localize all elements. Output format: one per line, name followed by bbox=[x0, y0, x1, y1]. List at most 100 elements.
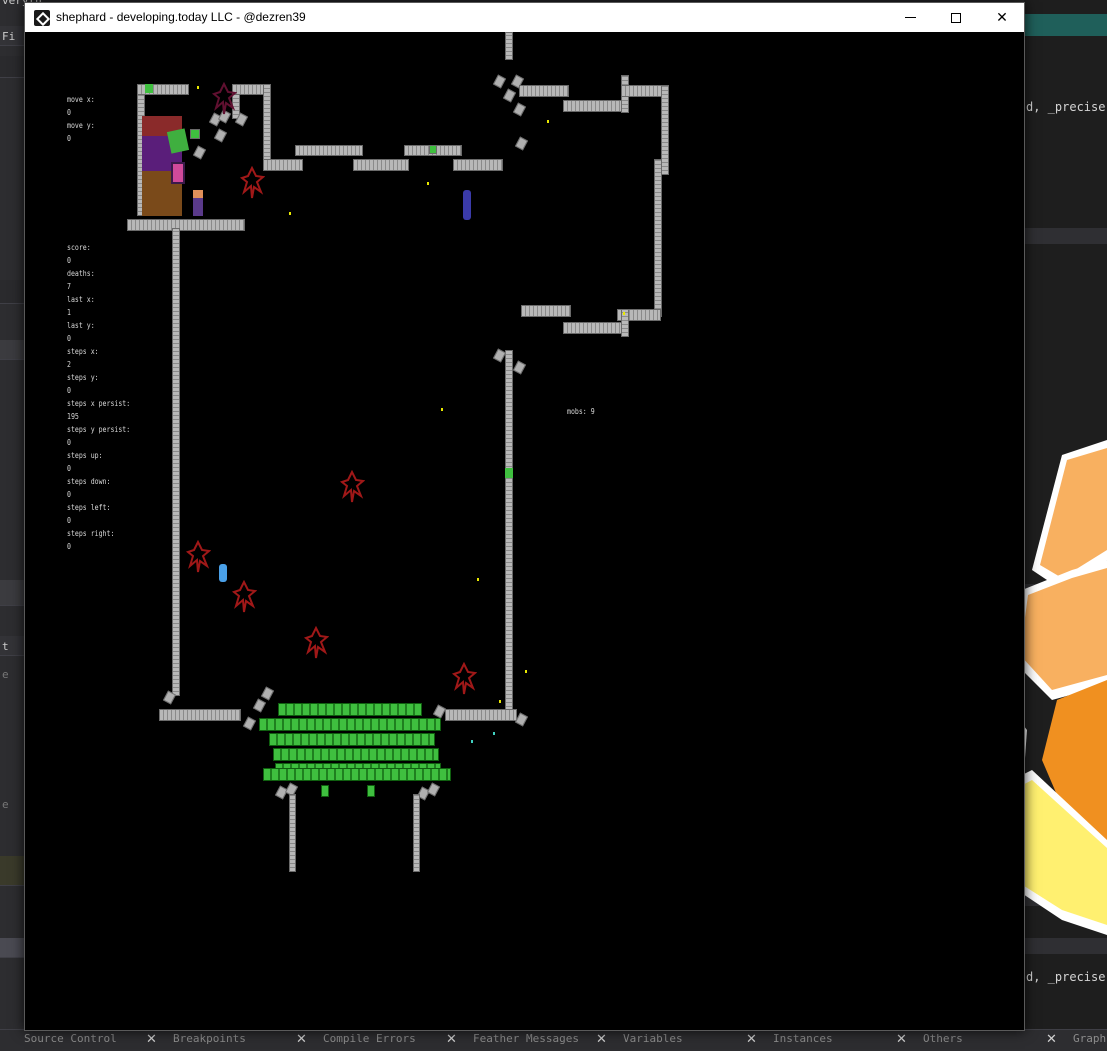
rock bbox=[512, 360, 527, 375]
hud-score-value: 0 bbox=[67, 256, 71, 265]
ide-left-row[interactable] bbox=[0, 938, 26, 958]
minimize-button[interactable] bbox=[887, 3, 933, 32]
hud-steps-left-label: steps left: bbox=[67, 503, 111, 512]
window-titlebar[interactable]: shephard - developing.today LLC - @dezre… bbox=[25, 3, 1024, 32]
spark bbox=[547, 120, 549, 123]
grass-block bbox=[367, 785, 375, 797]
spark bbox=[525, 670, 527, 673]
maximize-button[interactable] bbox=[933, 3, 979, 32]
stone-wall bbox=[453, 159, 503, 171]
rock bbox=[426, 782, 441, 797]
spark bbox=[427, 182, 429, 185]
hud-score-label: score: bbox=[67, 243, 91, 252]
stone-wall bbox=[353, 159, 409, 171]
ide-left-panel: veryth Fi t e e bbox=[0, 0, 42, 1051]
tab-feather-messages[interactable]: Feather Messages ✕ bbox=[473, 1032, 607, 1050]
code-line[interactable]: d, _precise, bbox=[1026, 100, 1107, 114]
hud-steps-left-value: 0 bbox=[67, 516, 71, 525]
stone-wall bbox=[172, 228, 180, 696]
hud-steps-right-value: 0 bbox=[67, 542, 71, 551]
tab-label: Variables bbox=[623, 1032, 683, 1045]
stone-wall bbox=[563, 322, 625, 334]
monster bbox=[339, 470, 365, 503]
tab-compile-errors[interactable]: Compile Errors ✕ bbox=[323, 1032, 457, 1050]
hud-last-y-label: last y: bbox=[67, 321, 95, 330]
close-icon[interactable]: ✕ bbox=[446, 1032, 457, 1047]
ide-left-row[interactable] bbox=[0, 580, 26, 606]
hud-deaths-label: deaths: bbox=[67, 269, 95, 278]
shepherd-portrait-sign bbox=[171, 162, 185, 184]
window-title: shephard - developing.today LLC - @dezre… bbox=[56, 10, 306, 24]
rock bbox=[492, 74, 507, 89]
tab-source-control[interactable]: Source Control ✕ bbox=[24, 1032, 157, 1050]
monster bbox=[303, 626, 329, 659]
rock bbox=[252, 698, 267, 713]
ide-left-row[interactable] bbox=[0, 856, 26, 886]
hud-steps-y-value: 0 bbox=[67, 386, 71, 395]
spark bbox=[493, 732, 495, 735]
stone-wall bbox=[505, 350, 513, 715]
ide-left-row[interactable] bbox=[0, 56, 26, 78]
stone-wall bbox=[263, 159, 303, 171]
gamemaker-icon bbox=[34, 10, 50, 26]
ide-bottom-tabs: Source Control ✕ Breakpoints ✕ Compile Err… bbox=[0, 1029, 1107, 1051]
rock bbox=[502, 88, 517, 103]
close-icon[interactable]: ✕ bbox=[746, 1032, 757, 1047]
close-icon[interactable]: ✕ bbox=[596, 1032, 607, 1047]
stone-pillar bbox=[413, 794, 420, 872]
ide-left-text: e bbox=[2, 798, 9, 811]
tab-label: Breakpoints bbox=[173, 1032, 246, 1045]
hud-move-y-value: 0 bbox=[67, 134, 71, 143]
tab-graph[interactable]: Graph bbox=[1073, 1032, 1106, 1050]
tab-label: Others bbox=[923, 1032, 963, 1045]
tab-instances[interactable]: Instances ✕ bbox=[773, 1032, 907, 1050]
tab-variables[interactable]: Variables ✕ bbox=[623, 1032, 757, 1050]
ide-right-header bbox=[1024, 14, 1107, 36]
ide-left-row[interactable] bbox=[0, 340, 26, 360]
spark bbox=[471, 740, 473, 743]
game-canvas[interactable]: move x: 0 move y: 0 score: 0 deaths: 7 l… bbox=[25, 32, 1024, 1030]
game-window: shephard - developing.today LLC - @dezre… bbox=[24, 2, 1025, 1031]
tab-others[interactable]: Others ✕ bbox=[923, 1032, 1057, 1050]
hud-move-x-value: 0 bbox=[67, 108, 71, 117]
monster bbox=[185, 540, 211, 573]
rock bbox=[192, 145, 207, 160]
monster bbox=[211, 82, 237, 115]
stone-floor bbox=[159, 709, 241, 721]
hud-steps-x-value: 2 bbox=[67, 360, 71, 369]
hud-steps-y-persist-value: 0 bbox=[67, 438, 71, 447]
stone-wall bbox=[519, 85, 569, 97]
hud-steps-x-persist-label: steps x persist: bbox=[67, 399, 131, 408]
close-icon[interactable]: ✕ bbox=[146, 1032, 157, 1047]
tab-label: Source Control bbox=[24, 1032, 117, 1045]
ide-left-text[interactable]: Fi bbox=[2, 30, 15, 43]
maximize-icon bbox=[951, 12, 961, 23]
close-icon[interactable]: ✕ bbox=[296, 1032, 307, 1047]
ide-left-text: t bbox=[2, 640, 9, 653]
tab-label: Graph bbox=[1073, 1032, 1107, 1045]
ide-left-text: e bbox=[2, 668, 9, 681]
close-icon: ✕ bbox=[996, 9, 1008, 26]
hud-steps-up-label: steps up: bbox=[67, 451, 103, 460]
tab-breakpoints[interactable]: Breakpoints ✕ bbox=[173, 1032, 307, 1050]
stone-wall bbox=[505, 32, 513, 60]
code-line[interactable]: d, _precise, bbox=[1026, 970, 1107, 984]
close-button[interactable]: ✕ bbox=[979, 3, 1025, 32]
blue-npc bbox=[463, 190, 471, 220]
spark bbox=[499, 700, 501, 703]
spark bbox=[289, 212, 291, 215]
stone-floor bbox=[127, 219, 245, 231]
grass-row bbox=[269, 733, 435, 746]
ide-left-row[interactable] bbox=[0, 280, 26, 304]
stone-wall bbox=[661, 85, 669, 175]
close-icon[interactable]: ✕ bbox=[1046, 1032, 1057, 1047]
close-icon[interactable]: ✕ bbox=[896, 1032, 907, 1047]
ide-right-bar bbox=[1024, 228, 1107, 244]
hud-last-x-value: 1 bbox=[67, 308, 71, 317]
stone-wall bbox=[521, 305, 571, 317]
spark bbox=[623, 312, 625, 315]
hud-last-y-value: 0 bbox=[67, 334, 71, 343]
monster bbox=[451, 662, 477, 695]
player-shepherd bbox=[193, 190, 203, 216]
grass-row bbox=[273, 748, 439, 761]
